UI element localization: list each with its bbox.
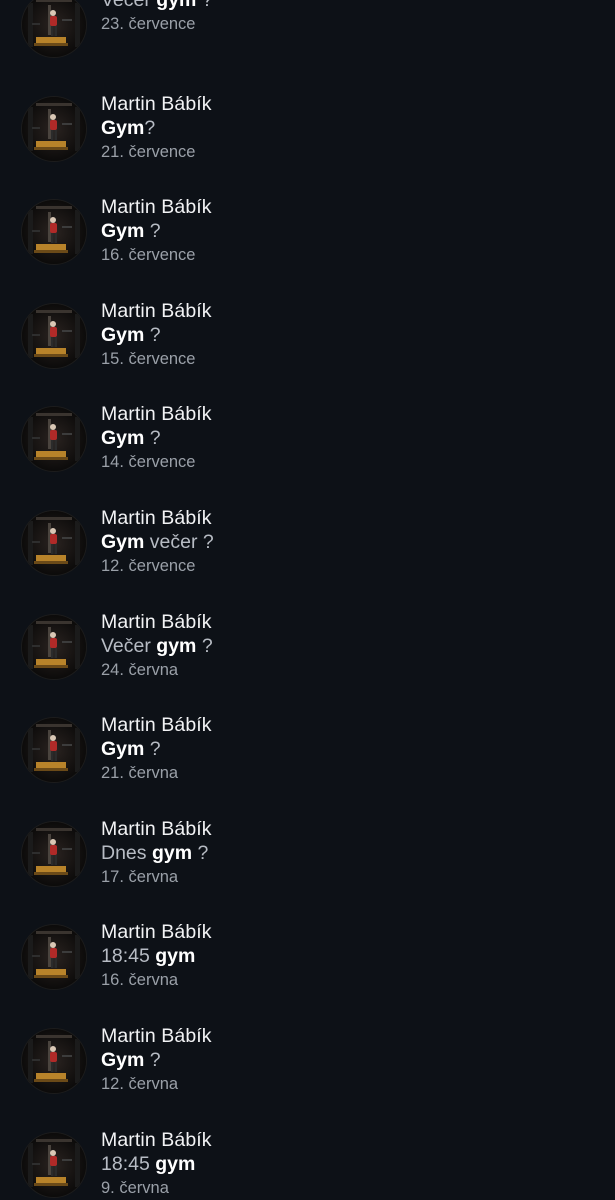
message-preview: 18:45 gym xyxy=(101,1152,605,1176)
search-result-item[interactable]: Martin Bábík Gym ? 15. července xyxy=(0,216,615,368)
search-result-item[interactable]: Martin Bábík Dnes gym ? 17. června xyxy=(0,734,615,886)
search-result-item[interactable]: Martin Bábík Gym ? 14. července xyxy=(0,319,615,472)
search-result-item[interactable]: Martin Bábík Gym ? 12. června xyxy=(0,941,615,1093)
search-result-item[interactable]: Martin Bábík Gym večer ? 12. července xyxy=(0,423,615,575)
sender-name: Martin Bábík xyxy=(101,1128,212,1151)
search-result-item[interactable]: Martin Bábík Večer gym ? 24. června xyxy=(0,527,615,679)
avatar[interactable] xyxy=(22,1132,86,1197)
search-results-list: Večer gym ? 23. července Martin Bábík Gym?… xyxy=(0,0,615,1200)
search-result-item[interactable]: Martin Bábík Gym ? 21. června xyxy=(0,630,615,783)
search-match-highlight: gym xyxy=(155,1152,196,1175)
search-result-item[interactable]: Martin Bábík 18:45 gym 16. června xyxy=(0,837,615,990)
result-texts: Martin Bábík 18:45 gym 9. června xyxy=(101,1128,605,1199)
preview-text: 18:45 xyxy=(101,1152,156,1175)
search-result-item[interactable]: Martin Bábík Gym? 21. července xyxy=(0,9,615,161)
search-result-item[interactable]: Martin Bábík Gym ? 16. července xyxy=(0,112,615,265)
message-date: 9. června xyxy=(101,1178,169,1197)
search-result-item[interactable]: Martin Bábík 18:45 gym 9. června xyxy=(0,1045,615,1197)
